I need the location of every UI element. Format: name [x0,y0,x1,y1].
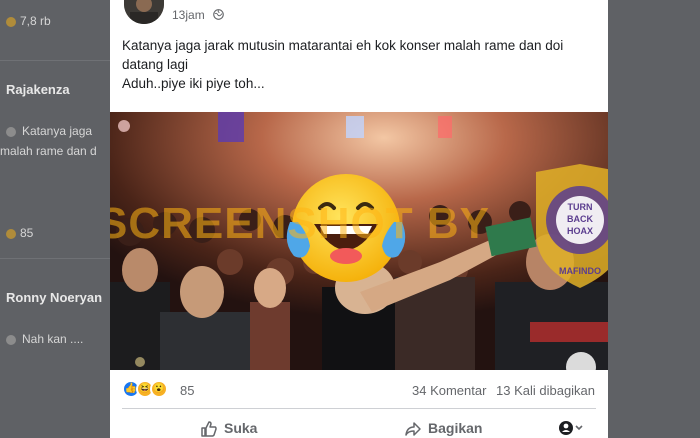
globe-icon [213,9,224,20]
background-reaction-count: 7,8 rb [20,14,51,28]
thumbs-up-icon [201,421,217,438]
audience-selector[interactable] [558,420,586,438]
comment-text: Nah kan .... [6,332,83,346]
globe-icon [6,334,16,345]
post-stats: 👍 😆 😮 85 34 Komentar 13 Kali dibagikan [110,372,608,406]
like-label: Suka [224,420,258,436]
share-count-link[interactable]: 13 Kali dibagikan [496,383,595,398]
reaction-count[interactable]: 85 [180,383,194,398]
action-bar: Suka Bagikan [110,412,608,438]
commenter-name[interactable]: Rajakenza [6,82,70,97]
background-reaction-row: 85 [6,226,33,240]
avatar[interactable] [124,0,164,24]
background-feed: 7,8 rb Rajakenza Katanya jaga malah rame… [0,0,110,438]
share-label: Bagikan [428,420,483,436]
divider [0,60,110,61]
divider [0,258,110,259]
heart-reaction-icon [6,16,16,27]
right-backdrop [608,0,700,438]
share-arrow-icon [405,422,421,437]
post-card: 13jam Katanya jaga jarak mutusin mataran… [110,0,608,438]
badge-text-hoax: HOAX [567,226,593,236]
comment-text-line2: malah rame dan d [0,144,97,158]
background-reaction-row: 7,8 rb [6,14,51,28]
badge-text-back: BACK [567,214,593,224]
share-button[interactable]: Bagikan [404,420,482,438]
like-button[interactable]: Suka [200,420,257,438]
divider [122,408,596,409]
audience-icon [559,421,583,435]
post-timestamp[interactable]: 13jam [172,8,205,22]
globe-icon [6,126,16,137]
post-text-line: Katanya jaga jarak mutusin matarantai eh… [122,38,564,72]
badge-text-mafindo: MAFINDO [559,266,601,276]
badge-text-turn: TURN [568,202,593,212]
post-text-line: Aduh..piye iki piye toh... [122,76,265,91]
comment-text: Katanya jaga [6,124,92,138]
commenter-name[interactable]: Ronny Noeryan [6,290,102,305]
comment-count-link[interactable]: 34 Komentar [412,383,486,398]
turnbackhoax-badge: TURN BACK HOAX MAFINDO [536,164,608,288]
haha-reaction-icon [6,228,16,239]
wow-reaction-icon: 😮 [150,380,168,398]
post-text: Katanya jaga jarak mutusin matarantai eh… [122,36,592,93]
watermark-text: SCREENSHOT BY [110,199,490,248]
post-photo[interactable]: SCREENSHOT BY TURN BACK HOAX MAFINDO [110,112,608,370]
